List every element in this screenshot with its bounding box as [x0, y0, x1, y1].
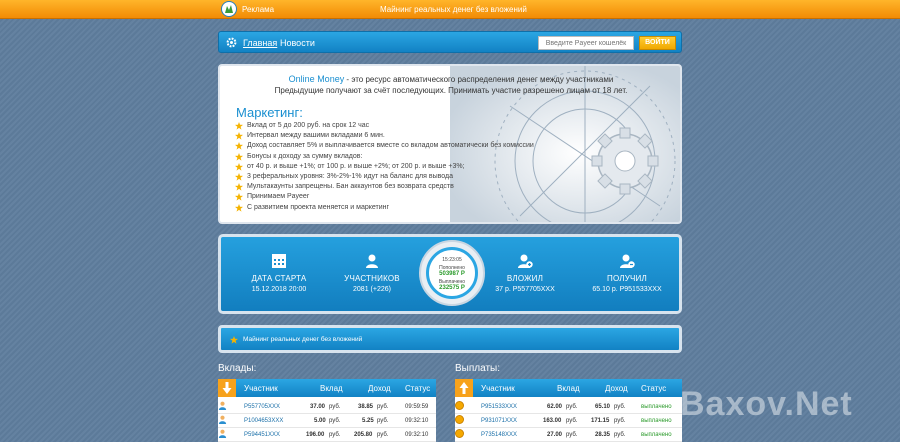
clock-widget: 15:23:05 Пополнено 503987 Р Выплачено 23… [419, 240, 485, 306]
login-button[interactable]: ВОЙТИ [639, 36, 676, 50]
coin-icon [455, 415, 464, 424]
deposit-value: 37 р. P557705XXX [495, 286, 555, 293]
star-icon [230, 336, 238, 344]
deposit-label: ВЛОЖИЛ [506, 274, 544, 283]
list-item: Мультакаунты запрещены. Бан аккаунтов бе… [235, 182, 534, 192]
header-user: Участник [244, 384, 278, 393]
header-income: Доход [605, 384, 628, 393]
list-item: Доход составляет 5% и выплачивается вмес… [235, 141, 534, 151]
list-item: Интервал между вашими вкладами 6 мин. [235, 131, 534, 141]
star-icon [235, 162, 243, 171]
arrow-down-icon [218, 379, 236, 397]
deposits-table: Участник Вклад Доход Статус P557705XXX 3… [218, 379, 436, 442]
user-avatar-icon [218, 429, 227, 438]
header-income: Доход [368, 384, 391, 393]
brand-name: Online Money [288, 74, 345, 84]
intro-text-1: - это ресурс автоматического распределен… [344, 75, 614, 84]
payouts-table: Участник Вклад Доход Статус P951533XXX 6… [455, 379, 682, 442]
star-icon [235, 152, 243, 161]
header-amount: Вклад [320, 384, 343, 393]
user-avatar-icon [218, 415, 227, 424]
start-label: ДАТА СТАРТА [251, 274, 307, 283]
user-minus-icon [620, 254, 635, 268]
payeer-wallet-input[interactable] [538, 36, 634, 50]
ads-link[interactable]: Реклама [242, 5, 274, 14]
list-item: от 40 р. и выше +1%; от 100 р. и выше +2… [235, 162, 534, 172]
star-icon [235, 183, 243, 191]
nav-news-link[interactable]: Новости [280, 38, 315, 48]
stat-start: ДАТА СТАРТА 15.12.2018 20:00 [235, 253, 323, 293]
list-item: Принимаем Payeer [235, 192, 534, 202]
gear-icon [226, 37, 237, 48]
user-plus-icon [518, 254, 533, 268]
user-icon [366, 254, 378, 268]
marquee-text: Майнинг реальных денег без вложений [243, 336, 363, 343]
coin-icon [455, 429, 464, 438]
header-amount: Вклад [557, 384, 580, 393]
deposits-table-header: Участник Вклад Доход Статус [218, 379, 436, 397]
header-status: Статус [405, 384, 431, 393]
intro-line-1: Online Money - это ресурс автоматическог… [220, 74, 680, 84]
received-label: ПОЛУЧИЛ [607, 274, 647, 283]
start-value: 15.12.2018 20:00 [251, 286, 307, 293]
list-item: 3 реферальных уровня: 3%-2%-1% идут на б… [235, 172, 534, 182]
top-marquee-text: Майнинг реальных денег без вложений [380, 5, 527, 14]
star-icon [235, 122, 243, 130]
table-row: P951533XXX 62.00 руб. 65.10 руб. выплаче… [455, 401, 682, 414]
clock-time: 15:23:05 [442, 257, 462, 263]
deposited-value: 503987 Р [439, 271, 465, 277]
star-icon [235, 132, 243, 140]
star-icon [235, 203, 243, 212]
marquee-bar: Майнинг реальных денег без вложений [218, 325, 682, 353]
star-icon [235, 193, 243, 202]
deposits-title: Вклады: [218, 363, 257, 374]
star-icon [235, 173, 243, 181]
list-item: С развитием проекта меняется и маркетинг [235, 203, 534, 213]
table-row: P557705XXX 37.00 руб. 38.85 руб. 09:59:5… [218, 401, 436, 414]
calendar-icon [272, 254, 286, 268]
users-label: УЧАСТНИКОВ [344, 274, 400, 283]
users-value: 2081 (+226) [353, 286, 391, 293]
stat-received: ПОЛУЧИЛ 65.10 р. P951533XXX [574, 253, 680, 293]
info-panel: Online Money - это ресурс автоматическог… [218, 64, 682, 224]
list-item: Бонусы к доходу за сумму вкладов: [235, 152, 534, 162]
arrow-up-icon [455, 379, 473, 397]
table-row: P1004653XXX 5.00 руб. 5.25 руб. 09:32:10 [218, 415, 436, 428]
table-row: P735148XXX 27.00 руб. 28.35 руб. выплаче… [455, 429, 682, 442]
star-icon [235, 142, 243, 151]
user-avatar-icon [218, 401, 227, 410]
table-row: P931071XXX 163.00 руб. 171.15 руб. выпла… [455, 415, 682, 428]
stat-users: УЧАСТНИКОВ 2081 (+226) [328, 253, 416, 293]
received-value: 65.10 р. P951533XXX [592, 286, 662, 293]
table-row: P594451XXX 196.00 руб. 205.80 руб. 09:32… [218, 429, 436, 442]
paid-value: 232575 Р [439, 285, 465, 291]
stats-panel: ДАТА СТАРТА 15.12.2018 20:00 УЧАСТНИКОВ … [218, 234, 682, 314]
watermark: Baxov.Net [680, 385, 853, 423]
intro-line-2: Предыдущие получают за счёт последующих.… [274, 86, 628, 95]
coin-icon [455, 401, 464, 410]
top-bar: Реклама Майнинг реальных денег без вложе… [0, 0, 900, 19]
stat-deposit: ВЛОЖИЛ 37 р. P557705XXX [481, 253, 569, 293]
payouts-table-header: Участник Вклад Доход Статус [455, 379, 682, 397]
header-user: Участник [481, 384, 515, 393]
marketing-title: Маркетинг: [236, 105, 303, 120]
payouts-title: Выплаты: [455, 363, 500, 374]
list-item: Вклад от 5 до 200 руб. на срок 12 час [235, 121, 534, 131]
logo-icon[interactable] [221, 1, 237, 17]
nav-home-link[interactable]: Главная [243, 38, 277, 48]
main-nav: Главная Новости ВОЙТИ [218, 31, 682, 53]
marketing-list: Вклад от 5 до 200 руб. на срок 12 час Ин… [235, 121, 534, 213]
header-status: Статус [641, 384, 667, 393]
